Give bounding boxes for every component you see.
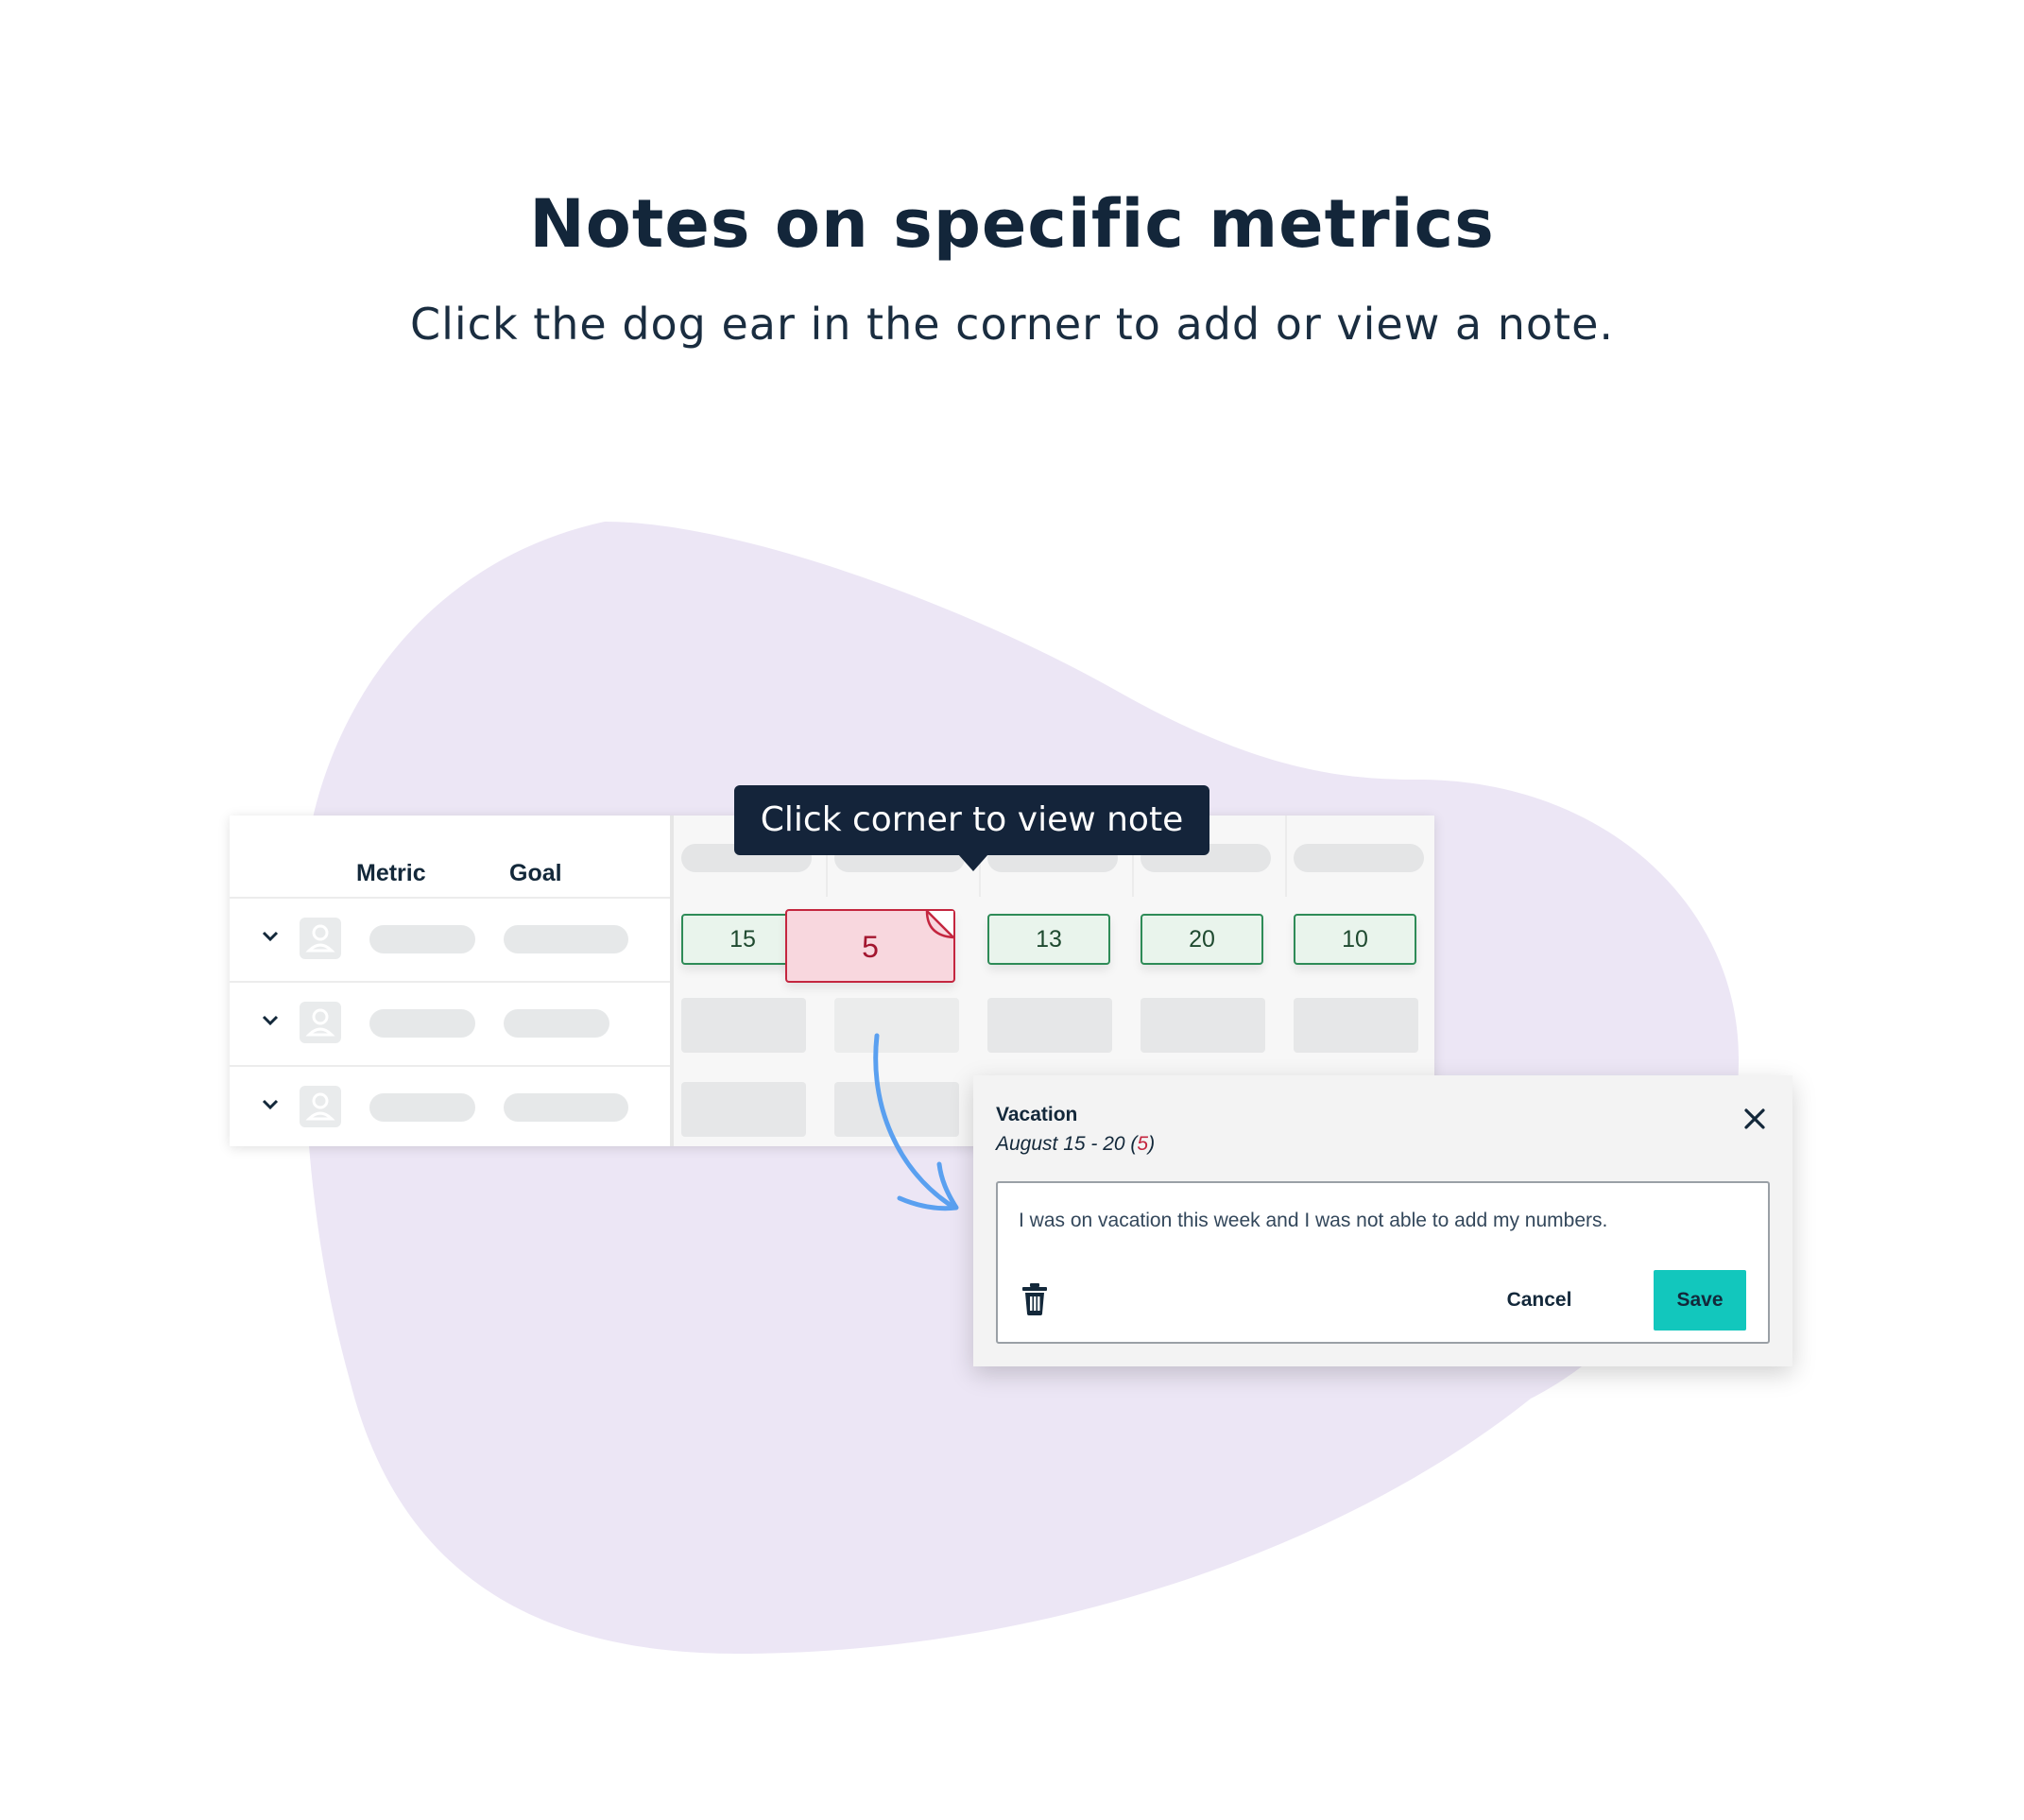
note-title: Vacation: [996, 1104, 1078, 1125]
note-text-area[interactable]: I was on vacation this week and I was no…: [996, 1181, 1770, 1344]
note-popup: Vacation August 15 - 20 (5) I was on vac…: [973, 1075, 1792, 1366]
trash-icon[interactable]: [1021, 1283, 1049, 1315]
note-text[interactable]: I was on vacation this week and I was no…: [1019, 1210, 1607, 1232]
curved-arrow-icon: [873, 1033, 959, 1211]
cancel-button[interactable]: Cancel: [1497, 1281, 1582, 1319]
note-date-value: 5: [1137, 1133, 1149, 1155]
save-button[interactable]: Save: [1654, 1270, 1746, 1331]
note-date-range: August 15 - 20 (5): [996, 1133, 1156, 1155]
close-icon[interactable]: [1741, 1105, 1769, 1133]
